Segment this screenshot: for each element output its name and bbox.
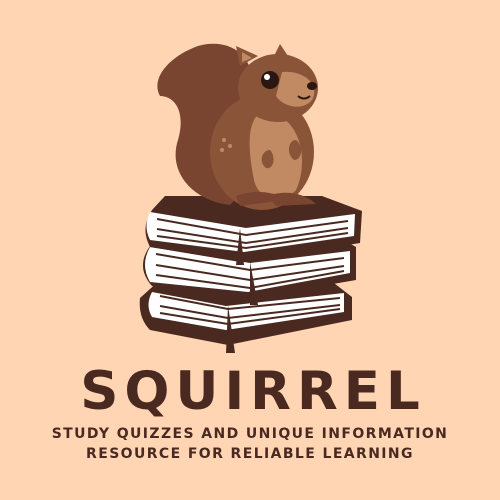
squirrel-icon (157, 43, 318, 210)
brand-name: SQUIRREL (80, 361, 426, 422)
brand-tagline: STUDY QUIZZES AND UNIQUE INFORMATION RES… (0, 424, 500, 464)
tagline-line-1: STUDY QUIZZES AND UNIQUE INFORMATION (51, 426, 449, 442)
squirrel-logo: SQUIRREL STUDY QUIZZES AND UNIQUE INFORM… (0, 0, 500, 500)
book-stack-icon (139, 196, 362, 353)
tagline-line-2: RESOURCE FOR RELIABLE LEARNING (86, 446, 414, 462)
logo-illustration (139, 43, 362, 353)
